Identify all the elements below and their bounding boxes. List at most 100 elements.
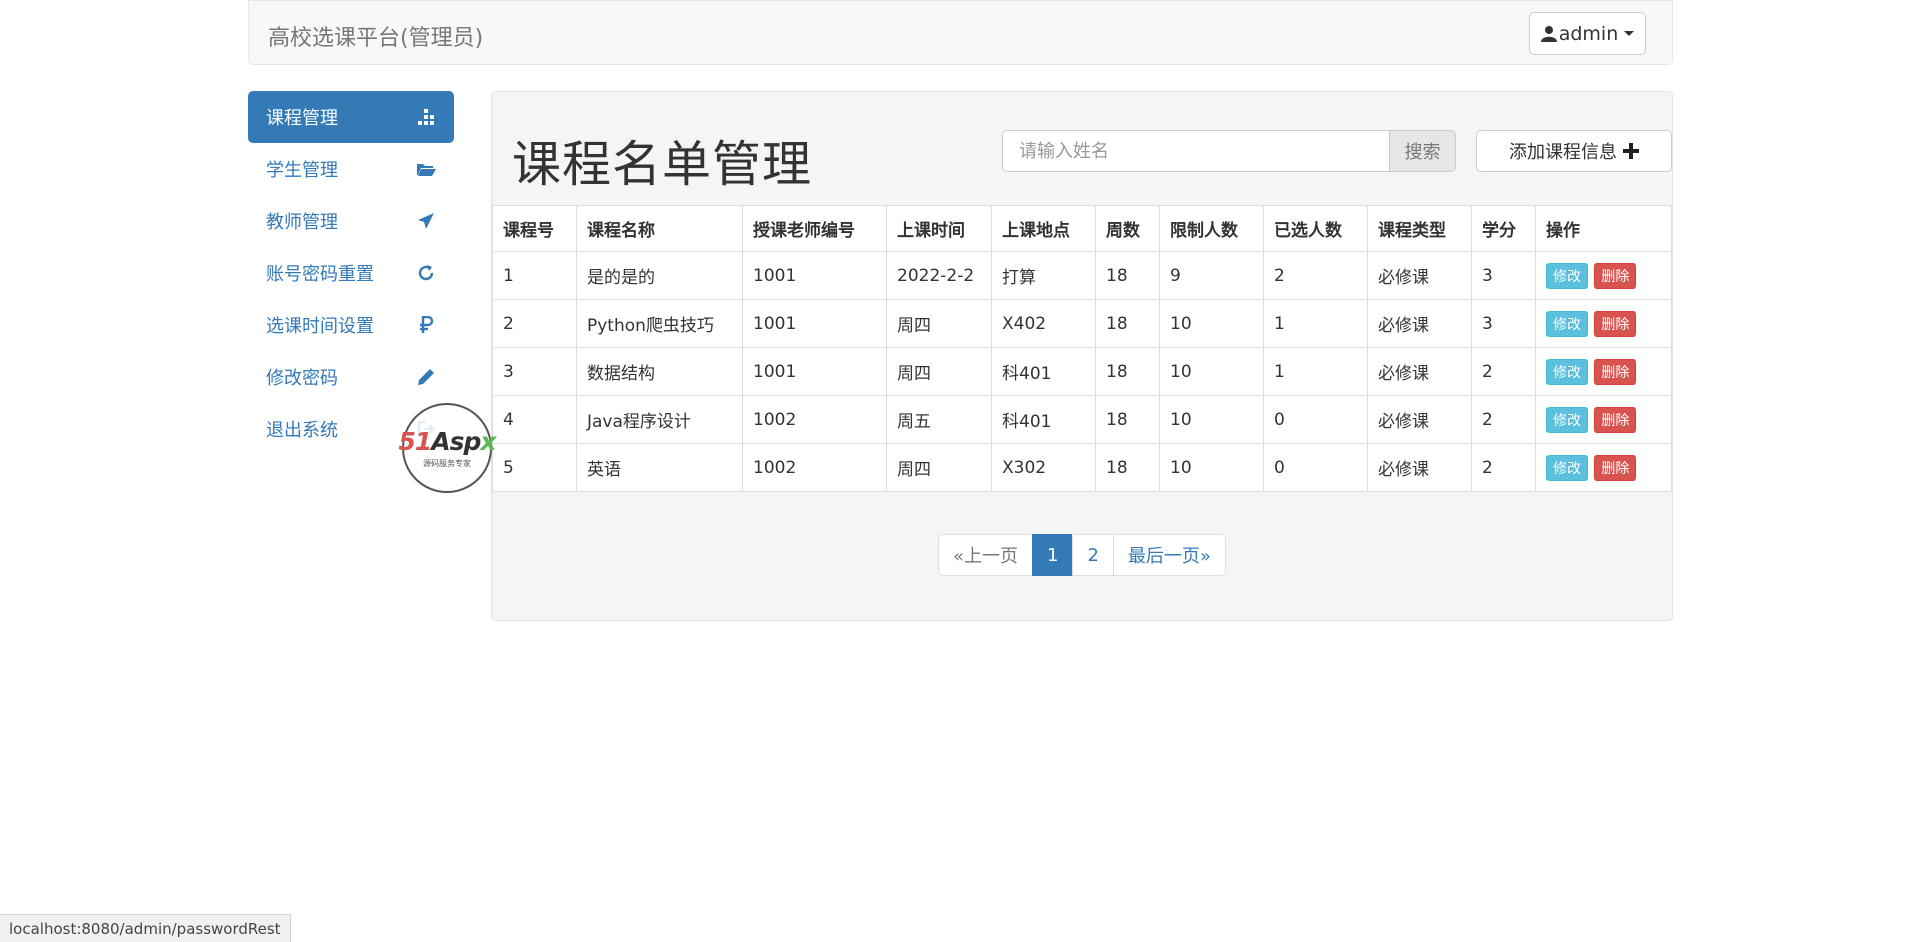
delete-button[interactable]: 删除 (1594, 310, 1637, 337)
table-cell: 2022-2-2 (886, 251, 992, 300)
table-cell: 打算 (991, 251, 1096, 300)
column-header: 课程名称 (576, 205, 743, 252)
table-cell: 周五 (886, 395, 992, 444)
table-cell: 0 (1263, 395, 1368, 444)
sidebar-item-course-management[interactable]: 课程管理 (248, 91, 454, 143)
sitemap-icon (416, 107, 436, 127)
table-cell: 3 (1471, 251, 1536, 300)
table-cell: 1 (492, 251, 577, 300)
table-cell: 科401 (991, 347, 1096, 396)
table-cell: 英语 (576, 443, 743, 492)
sidebar-item-label: 学生管理 (266, 160, 338, 181)
column-header: 限制人数 (1159, 205, 1264, 252)
column-header: 课程类型 (1367, 205, 1472, 252)
pencil-icon (416, 367, 436, 387)
watermark-logo: 51Aspx 源码服务专家 (398, 403, 497, 493)
edit-button[interactable]: 修改 (1546, 358, 1588, 385)
table-cell: 必修课 (1367, 347, 1472, 396)
pagination: «上一页 1 2 最后一页» (938, 534, 1226, 576)
folder-open-icon (416, 159, 436, 179)
sidebar-item-course-time-setting[interactable]: 选课时间设置 (248, 299, 454, 351)
sidebar-item-label: 选课时间设置 (266, 316, 374, 337)
sidebar-item-label: 修改密码 (266, 368, 338, 389)
page-link-2[interactable]: 2 (1072, 534, 1114, 576)
table-cell: 18 (1095, 299, 1160, 348)
table-cell: X402 (991, 299, 1096, 348)
sidebar-item-label: 账号密码重置 (266, 264, 374, 285)
table-cell: 9 (1159, 251, 1264, 300)
table-cell: 4 (492, 395, 577, 444)
sidebar-item-label: 教师管理 (266, 212, 338, 233)
sidebar-item-label: 课程管理 (266, 108, 338, 129)
edit-button[interactable]: 修改 (1546, 310, 1588, 337)
sidebar-item-password-reset[interactable]: 账号密码重置 (248, 247, 454, 299)
actions-cell: 修改 删除 (1535, 299, 1672, 348)
user-menu-button[interactable]: admin (1529, 12, 1646, 55)
user-icon (1540, 26, 1557, 42)
sidebar-item-teacher-management[interactable]: 教师管理 (248, 195, 454, 247)
delete-button[interactable]: 删除 (1594, 454, 1637, 481)
top-navbar: 高校选课平台(管理员) admin (248, 0, 1673, 65)
sidebar-item-student-management[interactable]: 学生管理 (248, 143, 454, 195)
edit-button[interactable]: 修改 (1546, 406, 1588, 433)
course-table: 课程号 课程名称 授课老师编号 上课时间 上课地点 周数 限制人数 已选人数 课… (492, 205, 1672, 492)
table-cell: 1002 (742, 443, 887, 492)
table-row: 4 Java程序设计 1002 周五 科401 18 10 0 必修课 2 修改… (492, 395, 1672, 444)
column-header: 已选人数 (1263, 205, 1368, 252)
ruble-icon (416, 315, 436, 335)
table-row: 2 Python爬虫技巧 1001 周四 X402 18 10 1 必修课 3 … (492, 299, 1672, 348)
watermark-logo-text: 51Aspx (398, 427, 496, 456)
sidebar-item-change-password[interactable]: 修改密码 (248, 351, 454, 403)
table-cell: 2 (1471, 347, 1536, 396)
table-cell: 10 (1159, 443, 1264, 492)
status-url: localhost:8080/admin/passwordRest (9, 919, 281, 938)
add-course-button[interactable]: 添加课程信息 (1476, 130, 1672, 172)
search-group: 搜索 (1002, 130, 1456, 172)
plus-icon (1623, 143, 1639, 159)
table-cell: 周四 (886, 443, 992, 492)
table-cell: 0 (1263, 443, 1368, 492)
table-cell: 10 (1159, 395, 1264, 444)
table-cell: 2 (1471, 443, 1536, 492)
table-cell: 必修课 (1367, 251, 1472, 300)
add-course-label: 添加课程信息 (1509, 142, 1617, 163)
app-brand[interactable]: 高校选课平台(管理员) (268, 20, 483, 52)
watermark-subtitle: 源码服务专家 (423, 459, 471, 468)
table-cell: 1001 (742, 299, 887, 348)
search-input[interactable] (1002, 130, 1390, 172)
browser-status-bar: localhost:8080/admin/passwordRest (0, 914, 291, 942)
column-header: 操作 (1535, 205, 1672, 252)
edit-button[interactable]: 修改 (1546, 262, 1588, 289)
page-link-1[interactable]: 1 (1032, 534, 1074, 576)
edit-button[interactable]: 修改 (1546, 454, 1588, 481)
table-cell: 1 (1263, 347, 1368, 396)
column-header: 上课时间 (886, 205, 992, 252)
delete-button[interactable]: 删除 (1594, 358, 1637, 385)
table-cell: 3 (492, 347, 577, 396)
sidebar: 课程管理 学生管理 教师管理 账号密码重置 选课时间设置 修改密码 退出系统 (248, 91, 454, 455)
column-header: 周数 (1095, 205, 1160, 252)
table-cell: 必修课 (1367, 443, 1472, 492)
column-header: 课程号 (492, 205, 577, 252)
search-button[interactable]: 搜索 (1390, 130, 1456, 172)
table-cell: X302 (991, 443, 1096, 492)
table-cell: 10 (1159, 299, 1264, 348)
column-header: 学分 (1471, 205, 1536, 252)
table-cell: 1 (1263, 299, 1368, 348)
table-cell: 必修课 (1367, 395, 1472, 444)
table-cell: 5 (492, 443, 577, 492)
caret-down-icon (1624, 31, 1635, 36)
user-menu-label: admin (1558, 22, 1619, 45)
delete-button[interactable]: 删除 (1594, 262, 1637, 289)
actions-cell: 修改 删除 (1535, 251, 1672, 300)
actions-cell: 修改 删除 (1535, 395, 1672, 444)
delete-button[interactable]: 删除 (1594, 406, 1637, 433)
table-cell: 18 (1095, 251, 1160, 300)
table-cell: 必修课 (1367, 299, 1472, 348)
table-cell: Java程序设计 (576, 395, 743, 444)
table-cell: 18 (1095, 443, 1160, 492)
table-cell: 1002 (742, 395, 887, 444)
prev-page-link[interactable]: «上一页 (938, 534, 1034, 576)
last-page-link[interactable]: 最后一页» (1112, 534, 1226, 576)
table-cell: 周四 (886, 347, 992, 396)
